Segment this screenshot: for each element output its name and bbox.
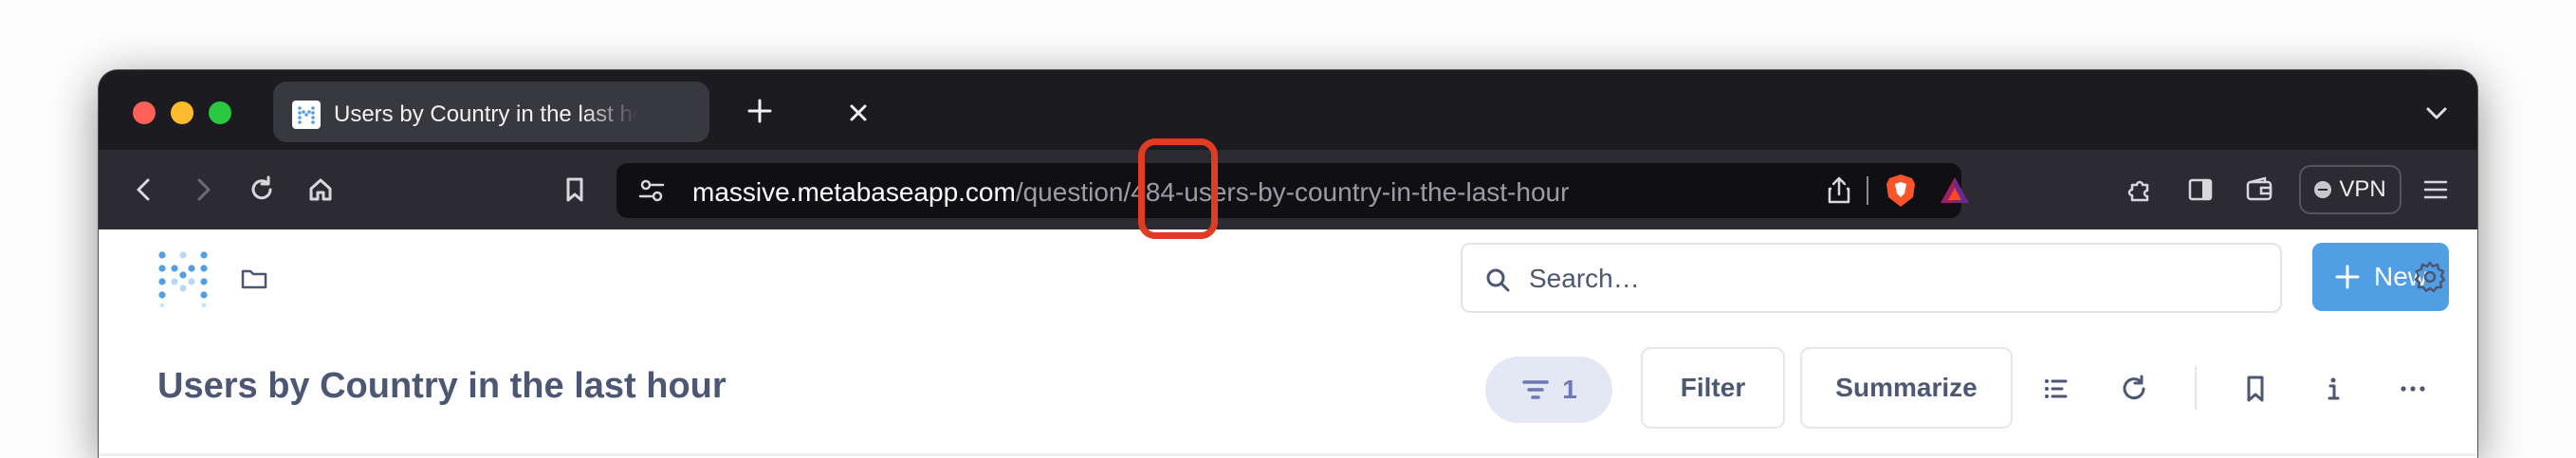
metabase-logo-icon[interactable] <box>157 250 209 308</box>
site-settings-icon[interactable] <box>637 176 666 205</box>
gear-icon[interactable] <box>2413 260 2447 294</box>
toolbar-divider <box>2195 366 2197 410</box>
chevron-down-icon[interactable] <box>2424 101 2449 125</box>
minimize-window-button[interactable] <box>171 101 193 124</box>
url-host: massive.metabaseapp.com <box>692 177 1016 207</box>
hamburger-icon[interactable] <box>2417 171 2455 209</box>
info-icon[interactable] <box>2316 372 2350 406</box>
sidebar-icon[interactable] <box>2181 171 2219 209</box>
home-icon[interactable] <box>302 171 340 209</box>
annotation-highlight-box <box>1138 138 1218 239</box>
screenshot-stage: Users by Country in the last hour massiv… <box>0 0 2576 458</box>
address-bar[interactable]: massive.metabaseapp.com/question/484-use… <box>616 163 1969 218</box>
metabase-page: New Users by Country in the last hour 1 … <box>99 229 2477 458</box>
share-icon[interactable] <box>1823 174 1855 207</box>
search-icon <box>1483 266 1512 294</box>
filter-icon <box>1522 380 1549 399</box>
filter-button-label: Filter <box>1680 373 1746 402</box>
wallet-icon[interactable] <box>2240 171 2278 209</box>
forward-arrow-icon[interactable] <box>184 171 222 209</box>
list-icon[interactable] <box>2039 372 2073 406</box>
tab-active[interactable]: Users by Country in the last hour <box>273 82 867 142</box>
zoom-window-button[interactable] <box>209 101 231 124</box>
url-path: /question/484-users-by-country-in-the-la… <box>1015 177 1570 207</box>
vpn-button[interactable]: VPN <box>2299 165 2401 214</box>
header-bottom-border <box>99 453 2477 456</box>
close-window-button[interactable] <box>133 101 156 124</box>
back-arrow-icon[interactable] <box>125 171 163 209</box>
bookmark-icon[interactable] <box>2238 372 2272 406</box>
brave-shield-icon[interactable] <box>1884 173 1918 209</box>
tab-title: Users by Country in the last hour <box>334 101 637 127</box>
summarize-button[interactable]: Summarize <box>1800 347 2013 429</box>
bookmark-icon[interactable] <box>556 171 594 209</box>
filter-count-pill[interactable]: 1 <box>1485 357 1612 423</box>
new-tab-plus-icon[interactable] <box>745 97 774 125</box>
brave-rewards-icon[interactable] <box>1939 174 1971 207</box>
vpn-status-icon <box>2314 181 2332 198</box>
filter-button[interactable]: Filter <box>1641 347 1785 429</box>
more-icon[interactable] <box>2396 372 2430 406</box>
vpn-label: VPN <box>2339 176 2386 202</box>
filter-count: 1 <box>1562 375 1577 404</box>
browser-toolbar: massive.metabaseapp.com/question/484-use… <box>99 150 2477 229</box>
metabase-favicon-icon <box>292 101 321 129</box>
reload-icon[interactable] <box>243 171 281 209</box>
browser-window: Users by Country in the last hour massiv… <box>99 70 2477 458</box>
close-icon[interactable] <box>846 101 871 125</box>
refresh-icon[interactable] <box>2117 372 2151 406</box>
summarize-button-label: Summarize <box>1835 373 1978 402</box>
plus-icon <box>2335 265 2360 289</box>
puzzle-icon[interactable] <box>2121 171 2159 209</box>
url-text[interactable]: massive.metabaseapp.com/question/484-use… <box>692 177 1569 208</box>
tab-strip: Users by Country in the last hour <box>99 70 2477 150</box>
urlbar-divider <box>1867 176 1868 205</box>
search-bar[interactable] <box>1461 243 2282 313</box>
question-title[interactable]: Users by Country in the last hour <box>157 366 727 407</box>
folder-icon[interactable] <box>239 264 269 294</box>
search-input[interactable] <box>1529 262 2250 296</box>
